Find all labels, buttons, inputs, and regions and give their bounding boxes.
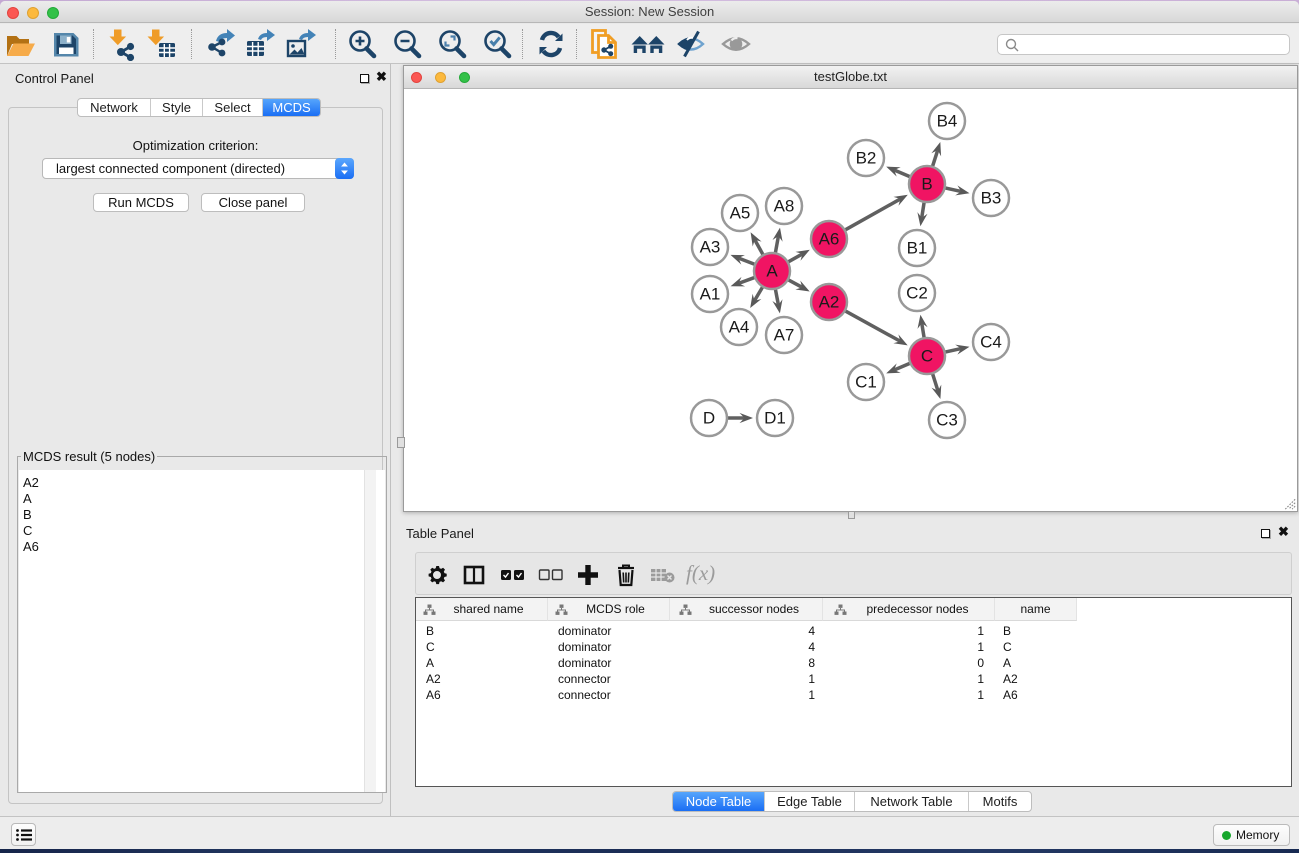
svg-text:C2: C2 xyxy=(906,284,928,303)
svg-text:B4: B4 xyxy=(937,112,958,131)
svg-text:D1: D1 xyxy=(764,409,786,428)
svg-text:A1: A1 xyxy=(700,285,721,304)
svg-text:A2: A2 xyxy=(819,293,840,312)
svg-text:B3: B3 xyxy=(981,189,1002,208)
svg-text:A5: A5 xyxy=(730,204,751,223)
svg-text:C4: C4 xyxy=(980,333,1002,352)
svg-text:A7: A7 xyxy=(774,326,795,345)
svg-text:B2: B2 xyxy=(856,149,877,168)
svg-text:B: B xyxy=(921,175,932,194)
svg-text:C1: C1 xyxy=(855,373,877,392)
svg-text:C: C xyxy=(921,347,933,366)
svg-text:D: D xyxy=(703,409,715,428)
svg-text:A3: A3 xyxy=(700,238,721,257)
svg-text:A4: A4 xyxy=(729,318,750,337)
svg-text:A8: A8 xyxy=(774,197,795,216)
svg-text:A: A xyxy=(766,262,778,281)
svg-text:C3: C3 xyxy=(936,411,958,430)
svg-text:A6: A6 xyxy=(819,230,840,249)
svg-text:B1: B1 xyxy=(907,239,928,258)
